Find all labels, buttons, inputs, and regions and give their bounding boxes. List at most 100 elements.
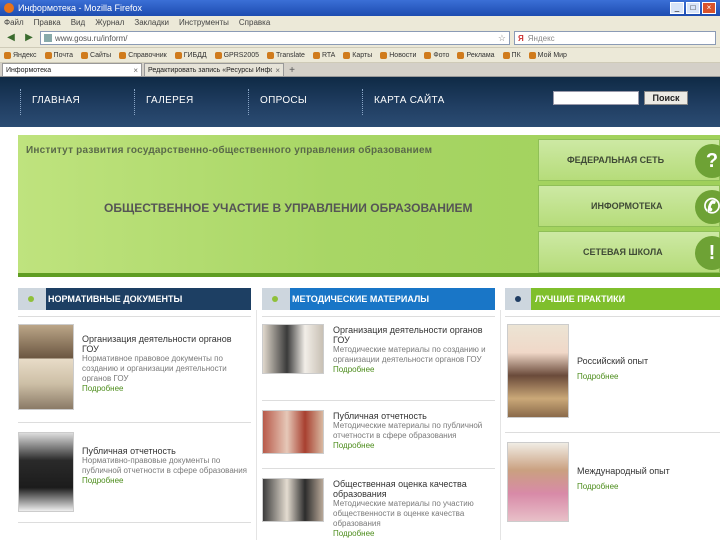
bookmark-icon xyxy=(214,51,222,59)
bookmark-item[interactable]: GPRS2005 xyxy=(214,51,259,59)
bookmark-item[interactable]: Реклама xyxy=(457,51,495,59)
banner-link-network-school[interactable]: СЕТЕВАЯ ШКОЛА ! xyxy=(538,231,720,273)
list-item: Общественная оценка качества образования… xyxy=(262,478,495,538)
tab-edit-post[interactable]: Редактировать запись «Ресурсы ИнформМ» × xyxy=(144,63,284,76)
minimize-button[interactable]: _ xyxy=(670,2,684,14)
bullet-icon xyxy=(28,296,34,302)
menu-file[interactable]: Файл xyxy=(4,18,24,27)
item-photo xyxy=(262,324,324,374)
bookmark-item[interactable]: ГИБДД xyxy=(174,51,207,59)
back-arrow-icon[interactable]: ◀ xyxy=(4,31,18,45)
item-title[interactable]: Международный опыт xyxy=(577,466,717,476)
navigation-toolbar: ◀ ▶ www.gosu.ru/inform/ ☆ Я Яндекс xyxy=(0,29,720,48)
bookmark-icon xyxy=(4,51,11,59)
bookmark-item[interactable]: Translate xyxy=(267,51,305,59)
item-title[interactable]: Публичная отчетность xyxy=(333,411,493,421)
menu-bookmarks[interactable]: Закладки xyxy=(134,18,169,27)
bookmark-item[interactable]: RTA xyxy=(312,51,335,59)
nav-home[interactable]: ГЛАВНАЯ xyxy=(20,89,80,115)
site-search-button[interactable]: Поиск xyxy=(644,91,688,105)
menu-tools[interactable]: Инструменты xyxy=(179,18,229,27)
url-bar[interactable]: www.gosu.ru/inform/ ☆ xyxy=(40,31,510,45)
more-link[interactable]: Подробнее xyxy=(82,384,250,394)
separator xyxy=(262,468,495,469)
bullet-icon xyxy=(272,296,278,302)
column-header-regulatory[interactable]: НОРМАТИВНЫЕ ДОКУМЕНТЫ xyxy=(18,288,251,310)
menu-view[interactable]: Вид xyxy=(71,18,85,27)
item-photo xyxy=(18,324,74,410)
bookmark-icon xyxy=(380,51,388,59)
bookmark-icon xyxy=(457,51,465,59)
banner-link-informoteka[interactable]: ИНФОРМОТЕКА ✆ xyxy=(538,185,720,227)
window-titlebar: Информотека - Mozilla Firefox _ □ × xyxy=(0,0,720,16)
more-link[interactable]: Подробнее xyxy=(577,482,717,492)
item-photo xyxy=(507,442,569,522)
bookmark-item[interactable]: Справочник xyxy=(119,51,167,59)
search-engine-icon[interactable]: Я xyxy=(518,34,524,43)
phone-icon: ✆ xyxy=(695,190,720,224)
bookmark-icon xyxy=(267,51,275,59)
separator xyxy=(262,316,495,317)
close-button[interactable]: × xyxy=(702,2,716,14)
item-description: Методические материалы по созданию и орг… xyxy=(333,345,486,364)
bookmark-item[interactable]: Фото xyxy=(424,51,449,59)
item-title[interactable]: Российский опыт xyxy=(577,356,717,366)
bookmark-item[interactable]: Новости xyxy=(380,51,416,59)
separator xyxy=(18,316,251,317)
item-photo xyxy=(18,432,74,512)
bookmark-icon xyxy=(119,51,127,59)
site-identity-icon xyxy=(44,34,52,42)
bookmarks-toolbar: Яндекс Почта Сайты Справочник ГИБДД GPRS… xyxy=(0,48,720,63)
item-description: Нормативно-правовые документы по публичн… xyxy=(82,456,248,475)
bookmark-item[interactable]: Карты xyxy=(343,51,372,59)
list-item: Публичная отчетность Методические матери… xyxy=(262,410,495,454)
more-link[interactable]: Подробнее xyxy=(333,365,493,375)
menu-history[interactable]: Журнал xyxy=(95,18,124,27)
tab-close-icon[interactable]: × xyxy=(133,66,138,75)
column-header-best-practices[interactable]: ЛУЧШИЕ ПРАКТИКИ xyxy=(505,288,720,310)
bookmark-icon xyxy=(81,51,88,59)
nav-gallery[interactable]: ГАЛЕРЕЯ xyxy=(134,89,194,115)
window-title: Информотека - Mozilla Firefox xyxy=(18,3,143,13)
bookmark-item[interactable]: Сайты xyxy=(81,51,111,59)
bookmark-icon xyxy=(174,51,182,59)
bookmark-icon xyxy=(312,51,320,59)
more-link[interactable]: Подробнее xyxy=(333,441,493,451)
item-title[interactable]: Организация деятельности органов ГОУ xyxy=(333,325,493,345)
bookmark-item[interactable]: Яндекс xyxy=(4,51,37,59)
separator xyxy=(505,432,720,433)
browser-search-box[interactable]: Я Яндекс xyxy=(514,31,716,45)
tab-strip: Информотека × Редактировать запись «Ресу… xyxy=(0,63,720,77)
banner-link-federal-network[interactable]: ФЕДЕРАЛЬНАЯ СЕТЬ ? xyxy=(538,139,720,181)
item-title[interactable]: Публичная отчетность xyxy=(82,446,250,456)
tab-informoteka[interactable]: Информотека × xyxy=(2,63,142,76)
more-link[interactable]: Подробнее xyxy=(82,476,250,486)
exclamation-icon: ! xyxy=(695,236,720,270)
bookmark-item[interactable]: Почта xyxy=(44,51,73,59)
bookmark-star-icon[interactable]: ☆ xyxy=(498,33,506,44)
maximize-button[interactable]: □ xyxy=(686,2,700,14)
separator xyxy=(262,400,495,401)
item-title[interactable]: Организация деятельности органов ГОУ xyxy=(82,334,250,354)
item-title[interactable]: Общественная оценка качества образования xyxy=(333,479,493,499)
nav-polls[interactable]: ОПРОСЫ xyxy=(247,89,307,115)
site-search-input[interactable] xyxy=(553,91,639,105)
bookmark-item[interactable]: Мой Мир xyxy=(528,51,567,59)
forward-arrow-icon[interactable]: ▶ xyxy=(22,31,36,45)
column-header-methodical[interactable]: МЕТОДИЧЕСКИЕ МАТЕРИАЛЫ xyxy=(262,288,495,310)
more-link[interactable]: Подробнее xyxy=(333,529,493,539)
menu-help[interactable]: Справка xyxy=(239,18,270,27)
new-tab-button[interactable]: + xyxy=(286,65,298,76)
list-item: Публичная отчетность Нормативно-правовые… xyxy=(18,432,251,512)
bookmark-item[interactable]: ПК xyxy=(502,51,521,59)
menu-edit[interactable]: Правка xyxy=(34,18,61,27)
menu-bar: Файл Правка Вид Журнал Закладки Инструме… xyxy=(0,16,720,29)
site-navigation: ГЛАВНАЯ ГАЛЕРЕЯ ОПРОСЫ КАРТА САЙТА Поиск xyxy=(0,77,720,127)
more-link[interactable]: Подробнее xyxy=(577,372,717,382)
tab-close-icon[interactable]: × xyxy=(275,66,280,75)
url-text: www.gosu.ru/inform/ xyxy=(55,33,128,43)
column-divider xyxy=(256,310,257,540)
nav-sitemap[interactable]: КАРТА САЙТА xyxy=(362,89,445,115)
hero-banner: Институт развития государственно-обществ… xyxy=(18,135,720,277)
firefox-icon xyxy=(4,3,14,13)
